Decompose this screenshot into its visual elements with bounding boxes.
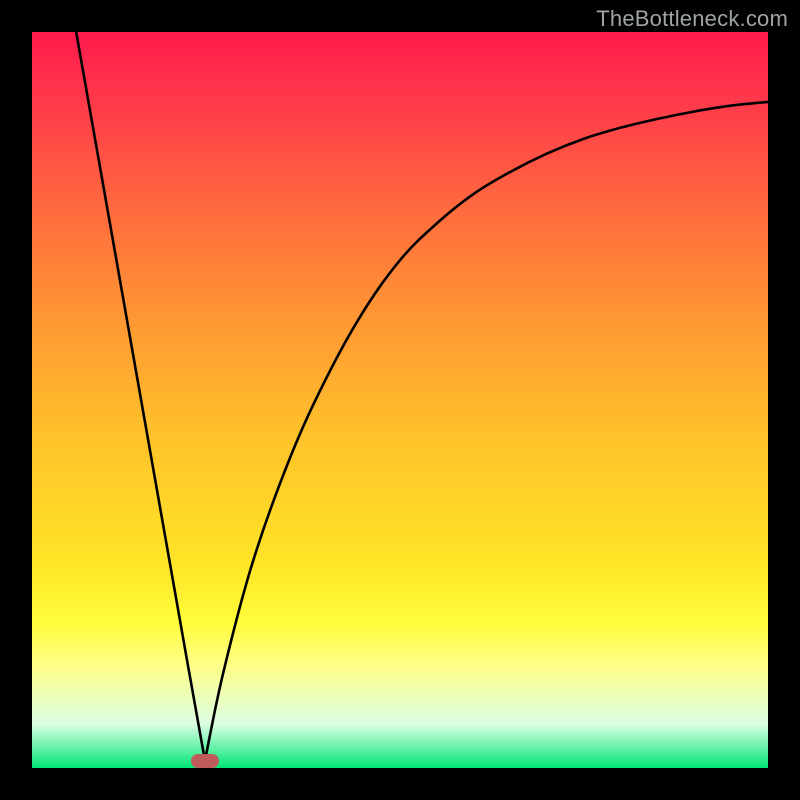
stage: TheBottleneck.com [0,0,800,800]
bottleneck-curve-right [205,102,768,761]
plot-area [32,32,768,768]
watermark-text: TheBottleneck.com [596,6,788,32]
curve-svg [32,32,768,768]
minimum-marker [191,754,219,768]
bottleneck-curve-left [76,32,205,761]
